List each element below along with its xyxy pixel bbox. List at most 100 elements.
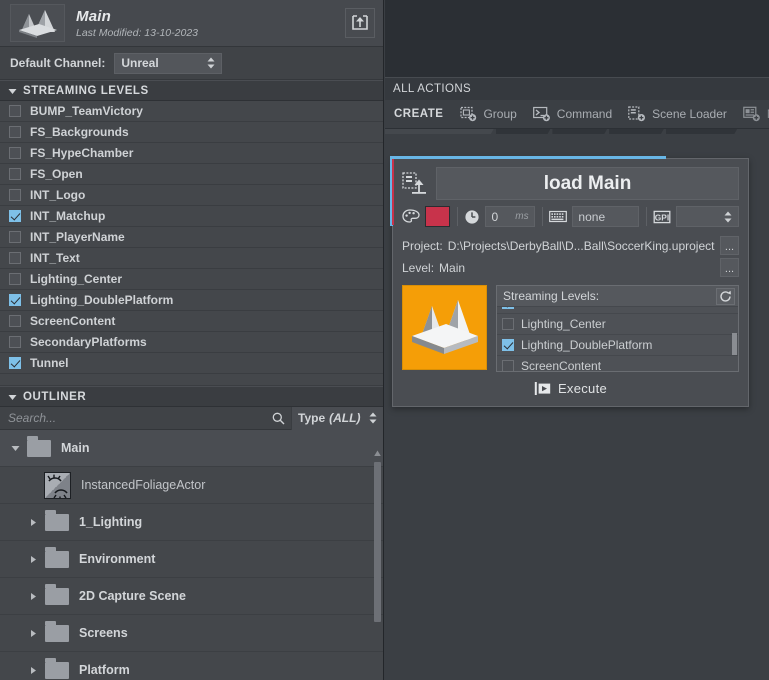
streaming-level-row[interactable]: ScreenContent	[0, 311, 383, 332]
level-browse-button[interactable]: ...	[720, 258, 739, 277]
streaming-level-row[interactable]: SecondaryPlatforms	[0, 332, 383, 353]
streaming-level-label: INT_Matchup	[30, 209, 106, 223]
level-label: Level:	[402, 260, 435, 275]
card-title-input[interactable]: load Main	[436, 167, 739, 200]
outliner-title: OUTLINER	[23, 390, 87, 403]
media-add-icon	[743, 106, 761, 122]
search-placeholder: Search...	[8, 411, 57, 425]
type-filter-value: (ALL)	[329, 411, 361, 425]
card-streaming-level-checkbox[interactable]	[502, 307, 514, 309]
card-streaming-scroll-thumb[interactable]	[732, 333, 737, 355]
outliner-actor-row[interactable]: InstancedFoliageActor	[0, 467, 383, 504]
outliner-section-header[interactable]: OUTLINER	[0, 386, 383, 407]
streaming-levels-section-header[interactable]: STREAMING LEVELS	[0, 80, 383, 101]
outliner-row-label: InstancedFoliageActor	[81, 478, 206, 492]
card-streaming-level-checkbox[interactable]	[502, 360, 514, 371]
streaming-level-row[interactable]: FS_Backgrounds	[0, 122, 383, 143]
streaming-level-checkbox[interactable]	[9, 315, 21, 327]
streaming-level-checkbox[interactable]	[9, 357, 21, 369]
outliner-folder-row[interactable]: 2D Capture Scene	[0, 578, 383, 615]
streaming-level-row[interactable]: Lighting_Center	[0, 269, 383, 290]
card-streaming-level-row[interactable]: Lighting_DoublePlatform	[497, 335, 738, 356]
outliner-scroll-thumb[interactable]	[374, 462, 381, 622]
upload-icon[interactable]	[345, 8, 375, 38]
outliner-row-label: Environment	[79, 552, 156, 566]
streaming-level-row[interactable]: INT_Text	[0, 248, 383, 269]
triangle-right-icon[interactable]	[26, 518, 40, 527]
toolbar-item-command[interactable]: Command	[525, 106, 620, 122]
card-streaming-level-row[interactable]	[497, 307, 738, 314]
project-label: Project:	[402, 238, 443, 253]
triangle-right-icon[interactable]	[26, 555, 40, 564]
card-streaming-level-checkbox[interactable]	[502, 339, 514, 351]
outliner-folder-row[interactable]: Screens	[0, 615, 383, 652]
triangle-right-icon[interactable]	[26, 592, 40, 601]
streaming-level-checkbox[interactable]	[9, 105, 21, 117]
outliner-folder-row[interactable]: 1_Lighting	[0, 504, 383, 541]
streaming-level-row[interactable]: FS_HypeChamber	[0, 143, 383, 164]
triangle-right-icon[interactable]	[26, 629, 40, 638]
type-filter-label: Type	[298, 411, 326, 425]
triangle-right-icon[interactable]	[26, 666, 40, 675]
card-streaming-levels-list[interactable]: Lighting_Center Lighting_DoublePlatform Sc…	[497, 307, 738, 371]
streaming-level-checkbox[interactable]	[9, 147, 21, 159]
outliner-folder-row[interactable]: Main	[0, 430, 383, 467]
refresh-icon[interactable]	[716, 287, 735, 305]
streaming-level-row[interactable]: Lighting_DoublePlatform	[0, 290, 383, 311]
streaming-level-checkbox[interactable]	[9, 189, 21, 201]
scene-loader-icon	[402, 171, 428, 197]
delay-input[interactable]: 0 ms	[485, 206, 535, 227]
outliner-scrollbar[interactable]	[374, 450, 381, 680]
palette-icon[interactable]	[402, 209, 420, 224]
default-channel-select[interactable]: Unreal	[114, 52, 223, 74]
card-streaming-level-row[interactable]: Lighting_Center	[497, 314, 738, 335]
streaming-level-label: Lighting_Center	[30, 272, 122, 286]
svg-text:GPI: GPI	[655, 212, 669, 222]
triangle-down-icon[interactable]	[8, 445, 22, 452]
streaming-level-row[interactable]: FS_Open	[0, 164, 383, 185]
action-card-load-main[interactable]: load Main 0 ms none GPI Project: D:\Proj…	[390, 156, 749, 407]
outliner-folder-row[interactable]: Environment	[0, 541, 383, 578]
card-streaming-level-label: Lighting_Center	[521, 317, 606, 331]
level-thumbnail-icon[interactable]	[402, 285, 487, 370]
search-icon[interactable]	[272, 412, 285, 425]
streaming-level-label: Lighting_DoublePlatform	[30, 293, 174, 307]
toolbar-item-label: Scene Loader	[652, 107, 727, 121]
execute-icon	[534, 381, 551, 396]
outliner-search-row: Search... Type (ALL)	[0, 406, 383, 430]
card-color-swatch[interactable]	[425, 206, 450, 227]
card-streaming-level-row[interactable]: ScreenContent	[497, 356, 738, 371]
outliner-row-label: Screens	[79, 626, 128, 640]
streaming-level-checkbox[interactable]	[9, 126, 21, 138]
streaming-level-row[interactable]: Tunnel	[0, 353, 383, 374]
folder-icon	[45, 546, 69, 568]
streaming-level-label: Tunnel	[30, 356, 69, 370]
spinner-arrows-icon	[207, 57, 215, 70]
card-streaming-level-checkbox[interactable]	[502, 318, 514, 330]
streaming-level-checkbox[interactable]	[9, 294, 21, 306]
property-divider	[456, 207, 458, 226]
shortcut-input[interactable]: none	[572, 206, 639, 227]
outliner-type-filter[interactable]: Type (ALL)	[291, 406, 383, 430]
toolbar-item-group[interactable]: Group	[452, 106, 524, 122]
streaming-level-row[interactable]: BUMP_TeamVictory	[0, 101, 383, 122]
outliner-folder-row[interactable]: Platform	[0, 652, 383, 680]
toolbar-item-ms[interactable]: MS	[735, 106, 769, 122]
execute-button[interactable]: Execute	[402, 381, 739, 396]
streaming-levels-list: BUMP_TeamVictory FS_Backgrounds FS_HypeCha…	[0, 101, 383, 374]
toolbar-item-scene-loader[interactable]: Scene Loader	[620, 106, 735, 122]
streaming-level-checkbox[interactable]	[9, 252, 21, 264]
search-input[interactable]: Search...	[0, 411, 272, 425]
streaming-level-checkbox[interactable]	[9, 231, 21, 243]
streaming-level-checkbox[interactable]	[9, 273, 21, 285]
gpi-select[interactable]	[676, 206, 739, 227]
streaming-level-row[interactable]: INT_Logo	[0, 185, 383, 206]
toolbar-item-label: Command	[556, 107, 613, 121]
streaming-level-checkbox[interactable]	[9, 210, 21, 222]
streaming-level-checkbox[interactable]	[9, 336, 21, 348]
streaming-level-row[interactable]: INT_Matchup	[0, 206, 383, 227]
triangle-down-icon	[8, 390, 17, 404]
streaming-level-checkbox[interactable]	[9, 168, 21, 180]
project-browse-button[interactable]: ...	[720, 236, 739, 255]
streaming-level-row[interactable]: INT_PlayerName	[0, 227, 383, 248]
